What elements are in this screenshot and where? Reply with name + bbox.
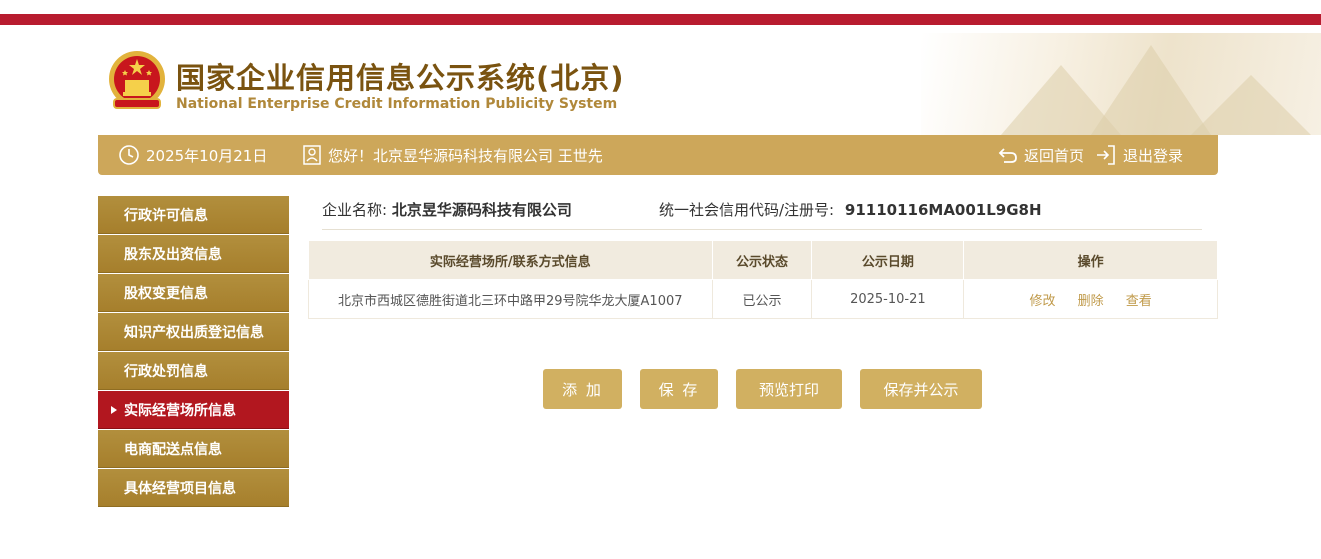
- current-date: 2025年10月21日: [146, 146, 268, 165]
- enterprise-name-value: 北京昱华源码科技有限公司: [391, 201, 572, 219]
- logout-link[interactable]: 退出登录: [1095, 135, 1183, 175]
- sidebar-item-admin-license[interactable]: 行政许可信息: [98, 196, 289, 234]
- add-button[interactable]: 添 加: [543, 369, 622, 409]
- cell-address: 北京市西城区德胜街道北三环中路甲29号院华龙大厦A1007: [308, 279, 713, 319]
- enterprise-name: 企业名称: 北京昱华源码科技有限公司: [322, 199, 572, 220]
- col-header-date: 公示日期: [811, 240, 965, 280]
- sidebar-item-equity-change[interactable]: 股权变更信息: [98, 274, 289, 312]
- mountain-background: [921, 33, 1321, 135]
- national-emblem-icon: [109, 51, 165, 109]
- sidebar-item-admin-penalty[interactable]: 行政处罚信息: [98, 352, 289, 390]
- premises-table: 实际经营场所/联系方式信息 公示状态 公示日期 操作 北京市西城区德胜街道北三环…: [308, 240, 1218, 319]
- sidebar-item-business-premises[interactable]: 实际经营场所信息: [98, 391, 289, 429]
- sidebar-item-business-items[interactable]: 具体经营项目信息: [98, 469, 289, 507]
- sidebar-item-ecommerce-delivery[interactable]: 电商配送点信息: [98, 430, 289, 468]
- edit-link[interactable]: 修改: [1029, 294, 1055, 309]
- cell-date: 2025-10-21: [811, 279, 965, 319]
- info-bar: 2025年10月21日 您好！北京昱华源码科技有限公司 王世先 返回首页 退出登…: [98, 135, 1218, 175]
- divider: [322, 229, 1202, 230]
- site-header: 国家企业信用信息公示系统(北京) National Enterprise Cre…: [0, 25, 1321, 135]
- clock-icon: [119, 145, 139, 165]
- sidebar-item-shareholders[interactable]: 股东及出资信息: [98, 235, 289, 273]
- logout-link-label: 退出登录: [1123, 146, 1184, 165]
- top-red-stripe: [0, 14, 1321, 25]
- greeting-text: 您好！北京昱华源码科技有限公司 王世先: [328, 146, 603, 165]
- col-header-status: 公示状态: [711, 240, 813, 280]
- active-arrow-icon: [111, 406, 117, 414]
- cell-status: 已公示: [711, 279, 813, 319]
- preview-print-button[interactable]: 预览打印: [736, 369, 842, 409]
- user-badge-icon: [303, 145, 321, 165]
- return-arrow-icon: [998, 148, 1017, 163]
- col-header-address: 实际经营场所/联系方式信息: [308, 240, 713, 280]
- site-title: 国家企业信用信息公示系统(北京): [176, 61, 625, 95]
- delete-link[interactable]: 删除: [1078, 294, 1104, 309]
- home-link[interactable]: 返回首页: [998, 135, 1084, 175]
- table-row: 北京市西城区德胜街道北三环中路甲29号院华龙大厦A1007 已公示 2025-1…: [308, 279, 1218, 319]
- col-header-actions: 操作: [963, 240, 1218, 280]
- enterprise-code-label: 统一社会信用代码/注册号:: [659, 201, 835, 219]
- date-display: 2025年10月21日: [118, 135, 267, 175]
- site-subtitle: National Enterprise Credit Information P…: [176, 96, 618, 112]
- enterprise-code: 统一社会信用代码/注册号: 91110116MA001L9G8H: [659, 199, 1042, 220]
- home-link-label: 返回首页: [1024, 146, 1085, 165]
- table-header-row: 实际经营场所/联系方式信息 公示状态 公示日期 操作: [308, 240, 1218, 280]
- view-link[interactable]: 查看: [1126, 294, 1152, 309]
- sidebar-menu: 行政许可信息 股东及出资信息 股权变更信息 知识产权出质登记信息 行政处罚信息 …: [98, 196, 289, 508]
- save-and-publish-button[interactable]: 保存并公示: [860, 369, 982, 409]
- enterprise-code-value: 91110116MA001L9G8H: [844, 201, 1042, 219]
- user-greeting: 您好！北京昱华源码科技有限公司 王世先: [302, 135, 603, 175]
- cell-actions: 修改 删除 查看: [963, 279, 1218, 319]
- logout-icon: [1097, 145, 1115, 165]
- save-button[interactable]: 保 存: [640, 369, 718, 409]
- sidebar-item-ip-pledge[interactable]: 知识产权出质登记信息: [98, 313, 289, 351]
- enterprise-name-label: 企业名称:: [322, 201, 388, 219]
